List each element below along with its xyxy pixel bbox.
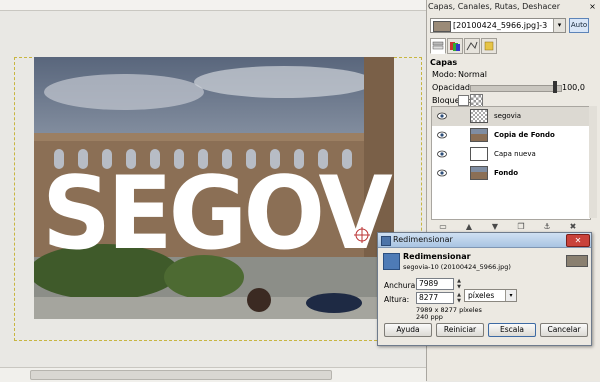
scale-button[interactable]: Escala: [488, 323, 536, 337]
units-select[interactable]: píxeles ▾: [464, 289, 517, 302]
image-thumb: [566, 255, 588, 267]
raise-layer-icon[interactable]: ▲: [463, 222, 475, 232]
opacity-slider-handle[interactable]: [553, 81, 557, 93]
opacity-value[interactable]: 100,0: [562, 83, 585, 92]
layer-list: segovia Copia de Fondo Capa nueva Fondo: [431, 106, 591, 220]
anchor-layer-icon[interactable]: ⚓: [541, 222, 553, 232]
width-stepper[interactable]: ▲ ▼: [456, 278, 462, 290]
layer-row-fondo[interactable]: Fondo: [432, 164, 590, 183]
dock-title: Capas, Canales, Rutas, Deshacer: [428, 2, 560, 11]
lower-layer-icon[interactable]: ▼: [489, 222, 501, 232]
opacity-slider[interactable]: [470, 85, 562, 92]
layer-name: Capa nueva: [494, 150, 536, 158]
eye-icon[interactable]: [437, 112, 447, 120]
chevron-down-icon[interactable]: ▾: [553, 19, 565, 32]
photo-thumb: [470, 166, 488, 180]
new-layer-icon[interactable]: ▭: [437, 222, 449, 232]
units-value: píxeles: [468, 291, 495, 300]
duplicate-layer-icon[interactable]: ❐: [515, 222, 527, 232]
layer-row-copia-de-fondo[interactable]: Copia de Fondo: [432, 126, 590, 145]
image-select[interactable]: [20100424_5966.jpg]-3 ▾: [430, 18, 566, 33]
layers-scrollbar[interactable]: [589, 106, 597, 218]
layer-name: Copia de Fondo: [494, 131, 555, 139]
eye-icon[interactable]: [437, 169, 447, 177]
white-thumb: [470, 147, 488, 161]
segovia-photo[interactable]: SEGOVIA: [34, 57, 394, 319]
tab-channels[interactable]: [447, 38, 463, 54]
mode-label: Modo:: [432, 70, 457, 79]
tab-layers[interactable]: [430, 38, 446, 54]
dock-tabs: [430, 38, 580, 54]
reset-button[interactable]: Reiniciar: [436, 323, 484, 337]
dialog-header-title: Redimensionar: [403, 252, 471, 261]
text-layer-thumb: [470, 109, 488, 123]
close-button[interactable]: ✕: [566, 234, 590, 247]
layer-name: Fondo: [494, 169, 519, 177]
dock-close-icon[interactable]: ×: [588, 2, 597, 11]
width-label: Anchura:: [384, 281, 418, 290]
layer-name: segovia: [494, 112, 522, 120]
dialog-title: Redimensionar: [393, 235, 453, 244]
width-input[interactable]: 7989: [416, 278, 454, 290]
image-thumb: [433, 21, 451, 32]
tab-undo[interactable]: [481, 38, 497, 54]
segovia-text: SEGOVIA: [42, 156, 394, 273]
resize-window-icon: [381, 236, 391, 246]
eye-icon[interactable]: [437, 131, 447, 139]
image-select-value: [20100424_5966.jpg]-3: [453, 21, 548, 30]
top-ruler: [0, 0, 426, 11]
channels-tab-icon: [450, 42, 460, 51]
layer-row-segovia[interactable]: segovia: [432, 107, 590, 126]
layer-row-capa-nueva[interactable]: Capa nueva: [432, 145, 590, 164]
cancel-button[interactable]: Cancelar: [540, 323, 588, 337]
paths-tab-icon: [466, 41, 478, 51]
undo-tab-icon: [484, 41, 494, 51]
mode-select[interactable]: Normal: [458, 70, 487, 79]
chevron-down-icon[interactable]: ▾: [505, 290, 516, 301]
tab-paths[interactable]: [464, 38, 480, 54]
height-stepper[interactable]: ▲ ▼: [456, 292, 462, 304]
dialog-header-subtitle: segovia-10 (20100424_5966.jpg): [403, 263, 511, 271]
scrollbar-thumb[interactable]: [30, 370, 332, 380]
opacity-label: Opacidad:: [432, 83, 473, 92]
help-button[interactable]: Ayuda: [384, 323, 432, 337]
height-input[interactable]: 8277: [416, 292, 454, 304]
lock-pixels-checkbox[interactable]: [458, 95, 469, 106]
photo-thumb: [470, 128, 488, 142]
height-label: Altura:: [384, 295, 410, 304]
delete-layer-icon[interactable]: ✖: [567, 222, 579, 232]
eye-icon[interactable]: [437, 150, 447, 158]
scale-icon: [383, 253, 400, 270]
layers-tab-icon: [432, 41, 444, 50]
resolution-text: 240 ppp: [416, 313, 443, 321]
auto-button[interactable]: Auto: [569, 18, 589, 33]
layers-header: Capas: [430, 58, 458, 67]
resize-dialog: Redimensionar ✕ Redimensionar segovia-10…: [377, 232, 592, 346]
